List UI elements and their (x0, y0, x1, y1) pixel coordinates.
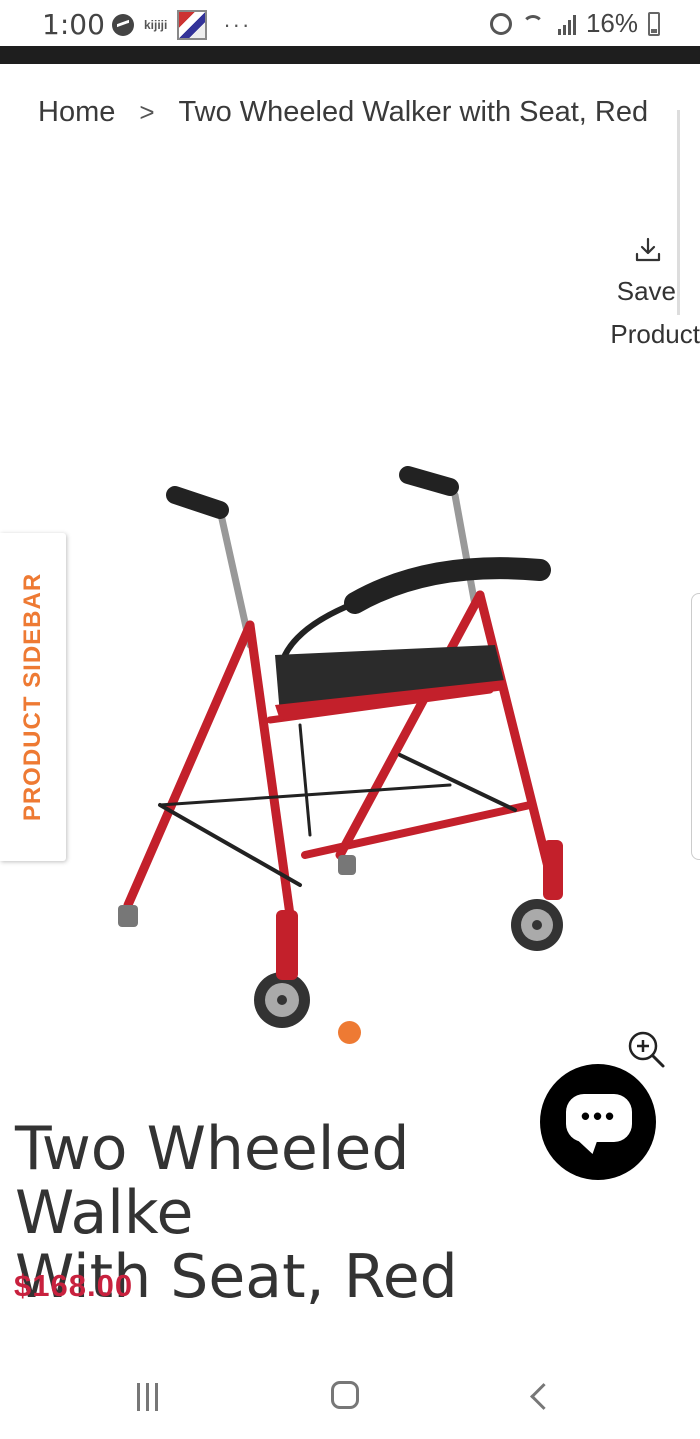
carousel-dot-active[interactable] (338, 1021, 361, 1044)
product-image[interactable] (100, 455, 580, 1055)
download-icon (634, 236, 662, 264)
app-notification-icon (177, 10, 208, 40)
zoom-in-icon[interactable] (626, 1029, 666, 1069)
save-label: Save Product (610, 276, 700, 349)
product-sidebar-label: PRODUCT SIDEBAR (19, 572, 46, 822)
breadcrumb-current: Two Wheeled Walker with Seat, Red (178, 96, 649, 128)
system-nav-bar (0, 1345, 700, 1439)
wifi-icon (521, 13, 548, 35)
chat-bubble-icon: ••• (566, 1094, 632, 1142)
signal-icon (557, 13, 576, 35)
product-price: $168.00 (14, 1268, 134, 1303)
save-product-button[interactable]: Save Product (596, 236, 700, 356)
battery-icon (648, 11, 660, 36)
messenger-icon (112, 14, 134, 36)
chat-dots: ••• (580, 1101, 618, 1131)
back-icon[interactable] (530, 1383, 557, 1410)
chevron-right-icon: > (139, 97, 155, 127)
status-bar: 1:00 kijiji ··· 16% (0, 0, 700, 46)
right-edge-tab[interactable] (691, 593, 700, 860)
battery-percent: 16% (585, 8, 638, 38)
chat-button[interactable]: ••• (540, 1064, 656, 1180)
breadcrumb: Home > Two Wheeled Walker with Seat, Red (38, 96, 648, 129)
product-sidebar-tab[interactable]: PRODUCT SIDEBAR (0, 533, 66, 861)
home-icon[interactable] (331, 1381, 359, 1409)
alarm-icon (489, 12, 512, 35)
recent-apps-icon[interactable] (137, 1383, 158, 1411)
breadcrumb-home-link[interactable]: Home (38, 96, 115, 129)
notification-icons: kijiji ··· (112, 10, 251, 40)
kijiji-icon: kijiji (144, 18, 168, 32)
status-indicators: 16% (489, 8, 660, 39)
site-header-bar (0, 46, 700, 64)
more-notifications-icon: ··· (223, 12, 252, 37)
status-time: 1:00 (42, 8, 105, 41)
